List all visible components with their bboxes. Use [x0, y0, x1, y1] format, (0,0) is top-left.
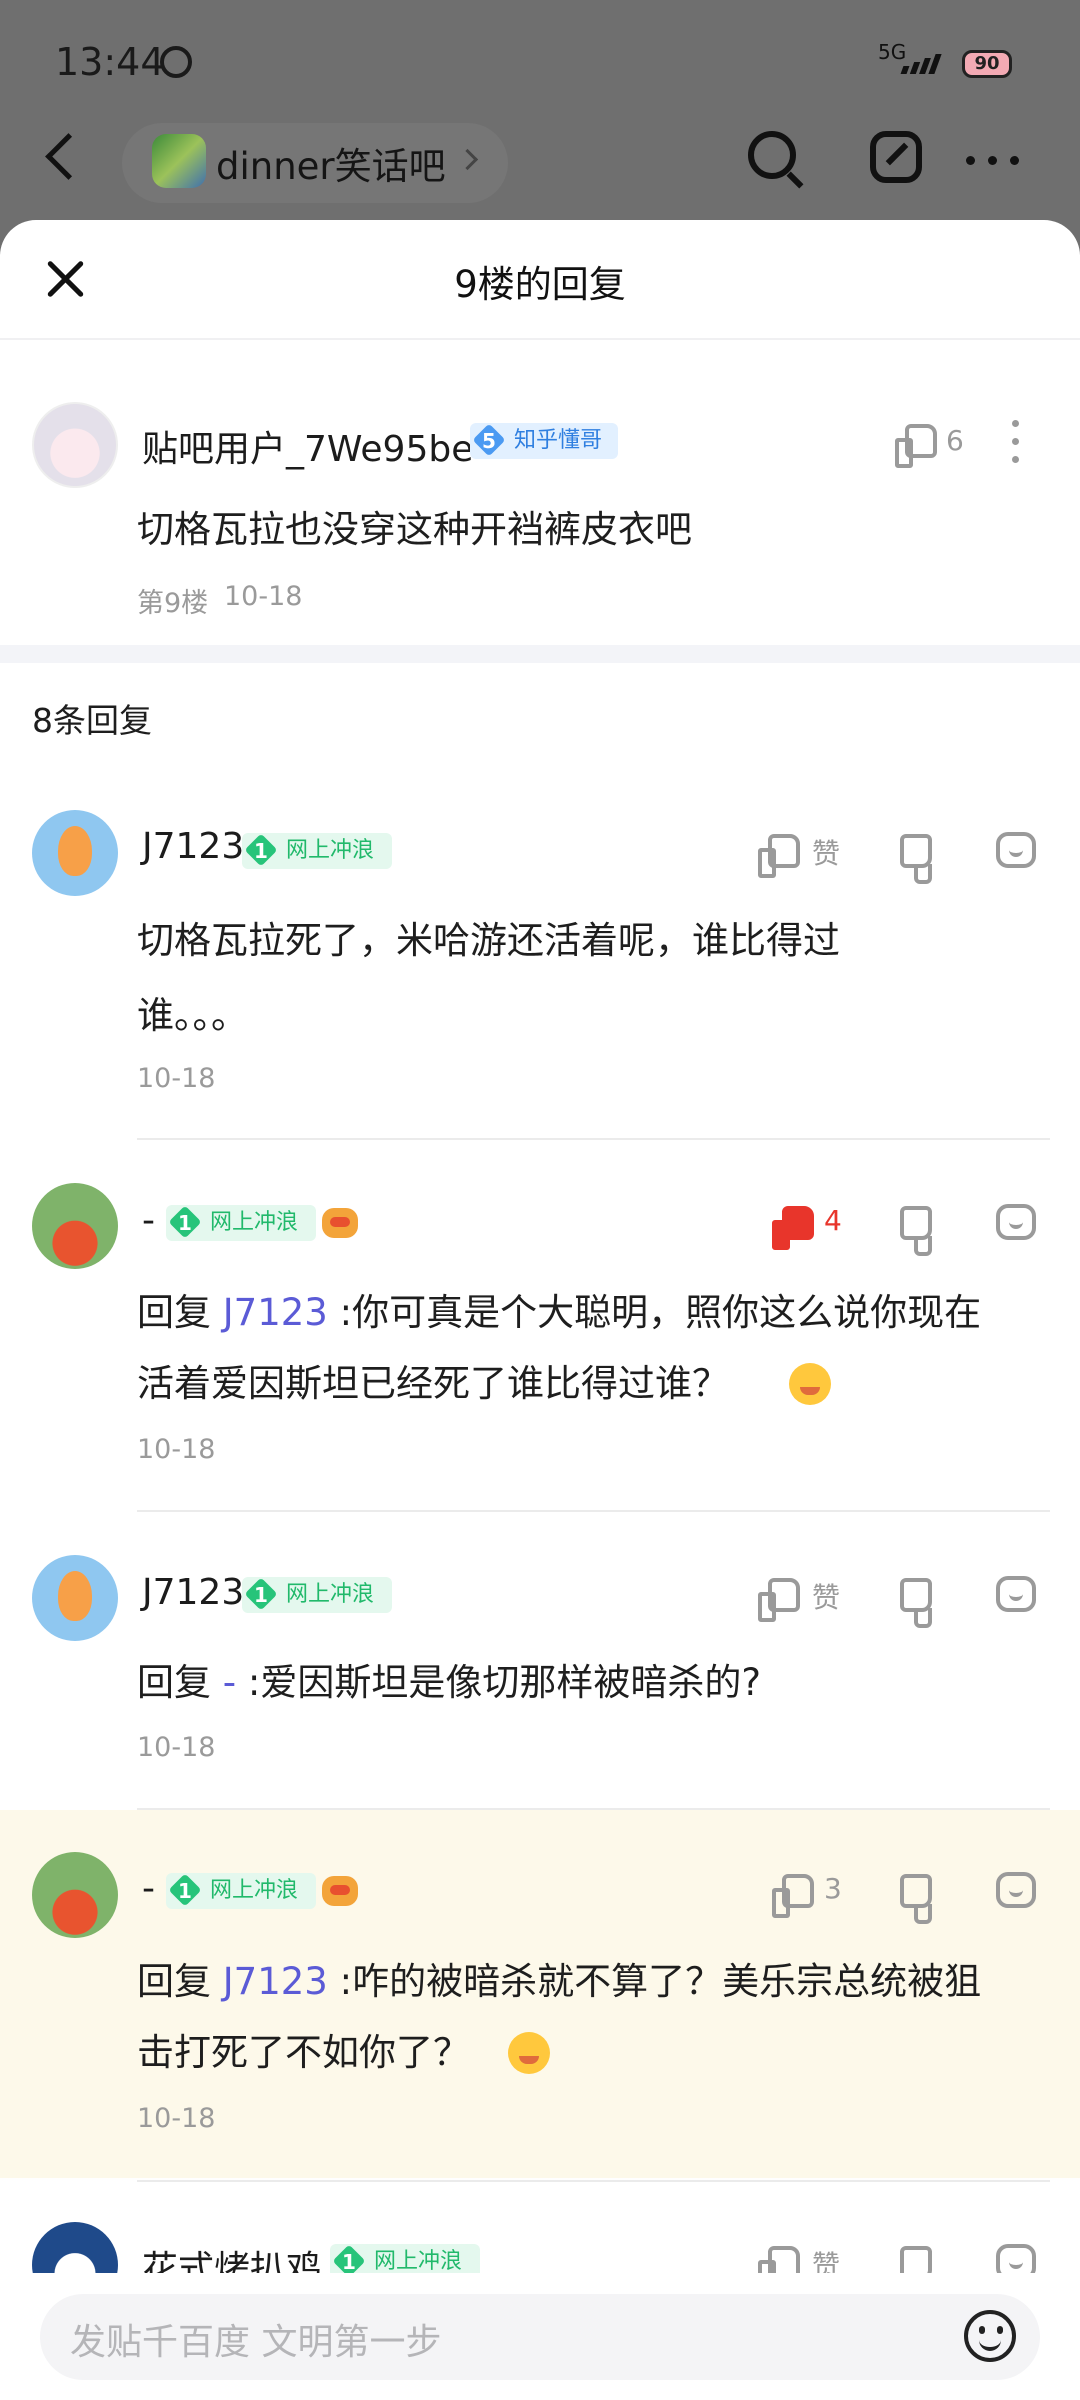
reply-date: 10-18 — [137, 1434, 216, 1465]
post-floor: 第9楼 — [137, 588, 209, 619]
status-bar: 13:44 5G 90 — [0, 0, 1080, 125]
avatar[interactable] — [32, 810, 118, 896]
post-text: 切格瓦拉也没穿这种开裆裤皮衣吧 — [137, 508, 692, 551]
username[interactable]: J7123 — [142, 826, 244, 867]
like-count: 6 — [946, 424, 964, 457]
reply-text-line: 击打死了不如你了？ — [137, 2031, 470, 2074]
reply-text-line: 切格瓦拉死了，米哈游还活着呢，谁比得过 — [137, 919, 840, 962]
input-placeholder[interactable]: 发贴千百度 文明第一步 — [70, 2313, 441, 2365]
username[interactable]: - — [142, 1200, 155, 1241]
like-icon[interactable] — [772, 1874, 814, 1918]
reply-date: 10-18 — [137, 1063, 216, 1094]
level-badge: 1 网上冲浪 — [242, 833, 392, 869]
post-date: 10-18 — [224, 581, 303, 612]
like-count: 4 — [824, 1204, 842, 1237]
emoji-icon[interactable] — [964, 2310, 1016, 2362]
forum-name[interactable]: dinner笑话吧 — [216, 136, 446, 190]
section-divider — [0, 645, 1080, 663]
divider — [137, 1808, 1050, 1810]
forum-avatar — [152, 134, 206, 188]
like-icon-active[interactable] — [772, 1206, 814, 1250]
signal-icon — [900, 52, 942, 74]
sheet-title: 9楼的回复 — [454, 263, 626, 306]
level-badge: 1 网上冲浪 — [166, 1205, 316, 1241]
game-controller-icon — [322, 1876, 358, 1906]
reply-date: 10-18 — [137, 2103, 216, 2134]
avatar[interactable] — [32, 1183, 118, 1269]
avatar[interactable] — [32, 1852, 118, 1938]
level-badge: 1 网上冲浪 — [166, 1873, 316, 1909]
divider — [137, 1138, 1050, 1140]
level-badge: 1 网上冲浪 — [242, 1577, 392, 1613]
username[interactable]: - — [142, 1868, 155, 1909]
more-options-icon[interactable] — [1012, 420, 1020, 464]
reply-text-line: 回复 J7123 :咋的被暗杀就不算了？美乐宗总统被狙 — [137, 1960, 982, 2003]
reply-icon[interactable] — [996, 832, 1036, 868]
reply-text-line: 活着爱因斯坦已经死了谁比得过谁？ — [137, 1362, 729, 1405]
mention-link[interactable]: - — [223, 1661, 236, 1704]
reply-icon[interactable] — [996, 1204, 1036, 1240]
mention-link[interactable]: J7123 — [223, 1960, 328, 2003]
avatar[interactable] — [32, 402, 118, 488]
reply-text-line: 回复 J7123 :你可真是个大聪明，照你这么说你现在 — [137, 1291, 982, 1334]
reply-count: 8条回复 — [32, 701, 152, 740]
like-icon[interactable] — [758, 1578, 800, 1622]
back-icon[interactable] — [45, 133, 92, 180]
reply-icon[interactable] — [996, 1872, 1036, 1908]
level-badge: 5 知乎懂哥 — [470, 423, 618, 459]
dislike-icon[interactable] — [900, 1578, 932, 1628]
dislike-icon[interactable] — [900, 834, 932, 884]
username[interactable]: 贴吧用户_7We95be — [142, 420, 473, 472]
search-icon[interactable] — [748, 131, 796, 179]
like-icon[interactable] — [758, 834, 800, 878]
reply-text-line: 回复 - :爱因斯坦是像切那样被暗杀的? — [137, 1661, 761, 1704]
compose-icon[interactable] — [870, 131, 922, 183]
divider — [137, 2180, 1050, 2182]
status-time: 13:44 — [55, 40, 165, 84]
game-controller-icon — [322, 1208, 358, 1238]
battery-icon: 90 — [962, 50, 1012, 78]
reply-text-line: 谁。。。 — [137, 994, 248, 1037]
avatar[interactable] — [32, 1555, 118, 1641]
like-label: 赞 — [812, 1581, 841, 1614]
dislike-icon[interactable] — [900, 1874, 932, 1924]
dislike-icon[interactable] — [900, 1206, 932, 1256]
laughing-emoji-icon — [508, 2032, 550, 2074]
like-icon[interactable] — [895, 424, 937, 468]
reply-icon[interactable] — [996, 1576, 1036, 1612]
alarm-clock-icon — [160, 46, 192, 78]
like-count: 3 — [824, 1872, 842, 1905]
laughing-emoji-icon — [789, 1363, 831, 1405]
divider — [137, 1510, 1050, 1512]
like-label: 赞 — [812, 837, 841, 870]
divider — [0, 338, 1080, 340]
username[interactable]: J7123 — [142, 1572, 244, 1613]
mention-link[interactable]: J7123 — [223, 1291, 328, 1334]
reply-date: 10-18 — [137, 1732, 216, 1763]
more-icon[interactable] — [966, 156, 1020, 165]
